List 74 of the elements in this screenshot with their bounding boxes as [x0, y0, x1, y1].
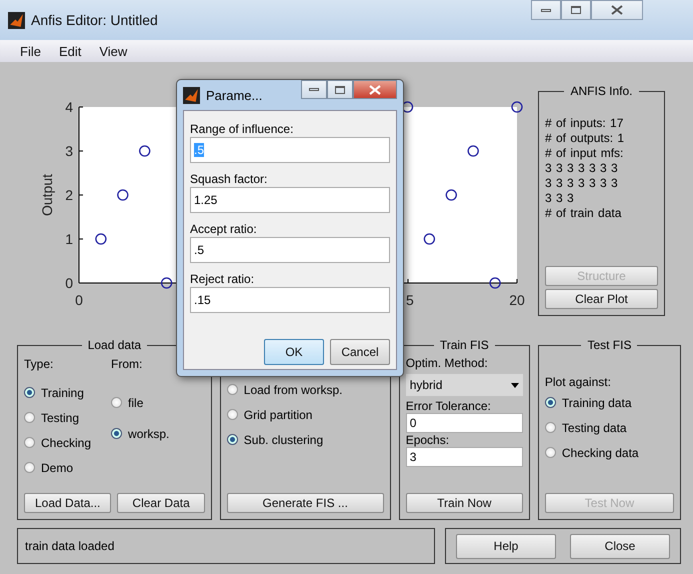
tolerance-label: Error Tolerance:: [406, 399, 492, 413]
input-field[interactable]: 1.25: [190, 187, 390, 213]
info-text: 3 3 3 3 3 3 3: [545, 176, 619, 191]
x-tick-label: 20: [509, 292, 525, 308]
field-label: Reject ratio:: [190, 271, 256, 287]
info-text: # of inputs: 17: [545, 116, 624, 131]
panel-title: Load data: [86, 338, 142, 352]
from-label: From:: [111, 356, 144, 372]
minimize-button[interactable]: [531, 0, 561, 20]
radio-option[interactable]: Testing: [24, 405, 92, 430]
tolerance-field[interactable]: 0: [406, 413, 523, 433]
x-tick-label: 5: [406, 292, 414, 308]
y-tick-label: 2: [65, 187, 73, 203]
field-label: Accept ratio:: [190, 221, 258, 237]
cancel-button[interactable]: Cancel: [330, 339, 390, 365]
info-text: # of input mfs:: [545, 146, 624, 161]
dialog-button[interactable]: Close: [570, 534, 670, 558]
info-text: 3 3 3: [545, 191, 575, 206]
y-tick-label: 3: [65, 143, 73, 159]
y-tick-label: 1: [65, 231, 73, 247]
type-label: Type:: [24, 356, 54, 372]
window-title: Anfis Editor: Untitled: [31, 12, 158, 28]
radio-option[interactable]: Load from worksp.: [226, 377, 384, 402]
minimize-button[interactable]: [301, 80, 327, 99]
radio-option[interactable]: worksp.: [111, 421, 170, 446]
menu-item[interactable]: Edit: [58, 44, 82, 58]
panel-title: ANFIS Info.: [569, 84, 634, 98]
panel-title: Train FIS: [438, 338, 490, 352]
radio-option[interactable]: file: [111, 390, 170, 415]
status-text: train data loaded: [25, 539, 114, 553]
dialog-button[interactable]: Help: [456, 534, 556, 558]
radio-option[interactable]: Training data: [544, 390, 674, 415]
dialog-title: Parame...: [206, 88, 262, 102]
close-button[interactable]: [353, 80, 397, 99]
plot-against-label: Plot against:: [544, 374, 612, 390]
input-field[interactable]: .15: [190, 287, 390, 313]
y-axis-label: Output: [39, 174, 55, 216]
radio-option[interactable]: Testing data: [544, 415, 674, 440]
app-logo-icon: [183, 86, 200, 104]
epochs-field[interactable]: 3: [406, 447, 523, 467]
panel-title: Test FIS: [586, 338, 632, 352]
close-icon: [369, 84, 381, 94]
method-dropdown[interactable]: hybrid: [406, 374, 523, 396]
field-label: Squash factor:: [190, 171, 268, 187]
radio-option[interactable]: Sub. clustering: [226, 427, 384, 452]
info-text: 3 3 3 3 3 3 3: [545, 161, 619, 176]
method-label: Optim. Method:: [406, 356, 489, 370]
load-button[interactable]: Clear Data: [117, 493, 205, 513]
field-label: Range of influence:: [190, 121, 294, 137]
radio-option[interactable]: Demo: [24, 455, 92, 480]
load-button[interactable]: Load Data...: [24, 493, 112, 513]
generate-fis-button[interactable]: Generate FIS ...: [226, 493, 384, 513]
close-icon: [611, 5, 623, 15]
panel-button[interactable]: Clear Plot: [545, 289, 658, 309]
maximize-button[interactable]: [327, 80, 353, 99]
radio-option[interactable]: Grid partition: [226, 402, 384, 427]
radio-option[interactable]: Checking: [24, 430, 92, 455]
radio-option[interactable]: Checking data: [544, 440, 674, 465]
caret-icon: [510, 382, 519, 388]
y-tick-label: 4: [65, 99, 73, 115]
close-button[interactable]: [591, 0, 643, 20]
maximize-button[interactable]: [561, 0, 591, 20]
train-now-button[interactable]: Train Now: [406, 493, 523, 513]
app-logo-icon: [8, 12, 25, 28]
info-text: # of outputs: 1: [545, 131, 626, 146]
ok-button[interactable]: OK: [264, 339, 324, 365]
radio-option[interactable]: Training: [24, 380, 92, 405]
epochs-label: Epochs:: [406, 433, 450, 447]
menu-item[interactable]: View: [99, 44, 128, 58]
menu-item[interactable]: File: [20, 44, 41, 58]
info-text: # of train data: [545, 206, 622, 221]
x-tick-label: 0: [75, 292, 83, 308]
y-tick-label: 0: [65, 275, 73, 291]
input-field[interactable]: .5: [190, 237, 390, 263]
